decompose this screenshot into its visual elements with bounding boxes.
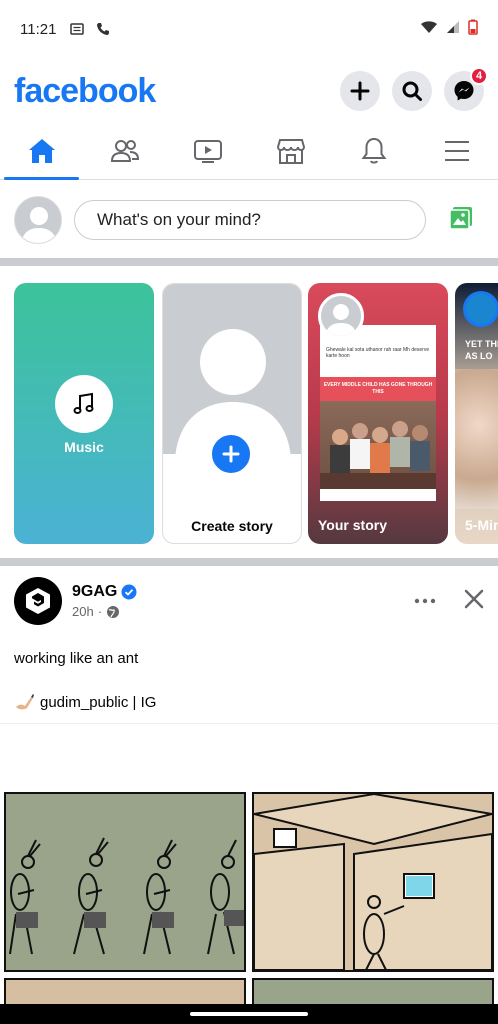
home-gesture-handle[interactable] <box>190 1012 308 1016</box>
home-icon <box>28 138 55 163</box>
create-story-label: Create story <box>191 518 273 534</box>
post-caption: working like an ant <box>14 650 139 667</box>
tab-watch[interactable] <box>166 122 249 179</box>
music-note-icon <box>73 392 94 414</box>
post-composer: What's on your mind? <box>0 182 498 258</box>
comic-panel-office <box>252 792 494 972</box>
verified-badge-icon <box>121 584 137 600</box>
your-story-avatar <box>318 293 364 339</box>
story-5-minute-headline: YET THI AS LO <box>465 339 498 361</box>
tab-friends[interactable] <box>83 122 166 179</box>
default-avatar-icon <box>21 207 57 243</box>
post-credit: gudim_public | IG <box>14 693 156 711</box>
phone-status-icon <box>96 22 110 36</box>
music-button <box>55 375 113 433</box>
watch-icon <box>193 139 222 163</box>
9gag-avatar[interactable] <box>14 577 62 625</box>
status-time: 11:21 <box>20 20 57 38</box>
bell-icon <box>361 137 386 163</box>
post-header: 9GAG 20h · <box>0 572 498 630</box>
create-story-avatar <box>163 284 301 454</box>
writing-hand-icon <box>16 694 34 710</box>
tab-home[interactable] <box>0 122 83 180</box>
your-story-banner: EVERY MIDDLE CHILD HAS GONE THROUGH THIS <box>320 377 436 401</box>
section-divider <box>0 558 498 566</box>
battery-icon <box>468 19 478 39</box>
search-button[interactable] <box>392 71 432 111</box>
photo-button[interactable] <box>448 205 474 236</box>
search-icon <box>402 81 422 101</box>
section-divider <box>0 258 498 266</box>
more-horizontal-icon <box>414 598 436 604</box>
plus-icon <box>350 81 370 101</box>
tab-marketplace[interactable] <box>249 122 332 179</box>
system-nav-bar <box>0 1004 498 1024</box>
story-music[interactable]: Music <box>14 283 154 544</box>
signal-icon <box>446 20 460 38</box>
comic-panel-4 <box>252 978 494 1004</box>
profile-avatar[interactable] <box>14 196 62 244</box>
status-input-placeholder: What's on your mind? <box>97 210 261 229</box>
story-5-minute[interactable]: YET THI AS LO 5-Minu <box>455 283 498 544</box>
hamburger-menu-icon <box>444 140 469 161</box>
messenger-badge: 4 <box>470 67 488 85</box>
default-avatar-icon <box>175 329 291 454</box>
photo-icon <box>449 206 472 230</box>
hide-post-button[interactable] <box>464 589 484 614</box>
facebook-logo[interactable]: facebook <box>14 72 156 111</box>
story-5-minute-photo <box>455 369 498 509</box>
tab-bar <box>0 122 498 180</box>
post-author-name[interactable]: 9GAG <box>72 583 117 601</box>
9gag-logo-icon <box>26 588 50 614</box>
status-bar: 11:21 <box>0 0 498 58</box>
story-your[interactable]: Ghewale kal sota uthanor rah raar Mh des… <box>308 283 448 544</box>
plus-icon <box>222 445 240 463</box>
app-header: facebook 4 <box>0 60 498 122</box>
friends-icon <box>110 139 139 162</box>
tab-menu[interactable] <box>415 122 498 179</box>
wifi-icon <box>420 20 438 38</box>
create-story-plus <box>209 432 253 476</box>
your-story-photo <box>320 401 436 489</box>
create-button[interactable] <box>340 71 380 111</box>
more-options-button[interactable] <box>414 592 436 610</box>
tab-notifications[interactable] <box>332 122 415 179</box>
post-separator <box>0 723 498 724</box>
default-avatar-icon <box>325 304 357 336</box>
comic-panel-3 <box>4 978 246 1004</box>
post-image[interactable] <box>4 792 494 1004</box>
globe-icon <box>107 605 120 618</box>
post-time: 20h <box>72 604 94 619</box>
comic-panel-ants <box>4 792 246 972</box>
your-story-card: Ghewale kal sota uthanor rah raar Mh des… <box>320 325 436 501</box>
post-credit-text: gudim_public | IG <box>40 693 157 711</box>
messenger-button[interactable]: 4 <box>444 67 488 111</box>
status-input[interactable]: What's on your mind? <box>74 200 426 240</box>
marketplace-icon <box>276 138 305 164</box>
story-create[interactable]: Create story <box>162 283 302 544</box>
story-5-minute-avatar <box>463 291 498 327</box>
stories-tray: Music Create story Ghewale kal sota utha… <box>0 283 498 545</box>
message-status-icon <box>70 22 85 36</box>
story-music-label: Music <box>64 439 104 455</box>
close-icon <box>464 589 484 608</box>
story-5-minute-label: 5-Minu <box>465 517 498 533</box>
your-story-label: Your story <box>318 517 387 533</box>
